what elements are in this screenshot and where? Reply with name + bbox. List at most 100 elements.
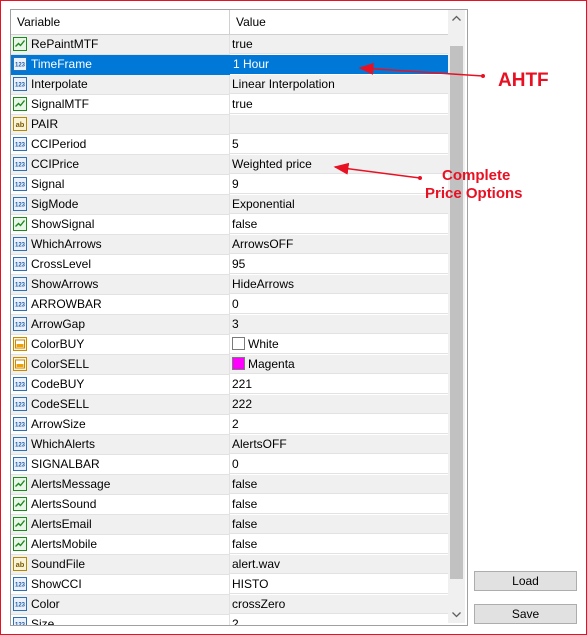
table-row[interactable]: 123 CCIPeriod 5	[11, 135, 448, 155]
value-cell[interactable]: alert.wav	[230, 555, 448, 574]
table-row[interactable]: 123 WhichArrows ArrowsOFF	[11, 235, 448, 255]
value-cell[interactable]: White	[230, 335, 448, 354]
value-cell[interactable]: 2	[230, 615, 448, 625]
vertical-scrollbar[interactable]	[448, 10, 465, 623]
value-cell[interactable]: true	[230, 35, 448, 54]
save-button[interactable]: Save	[474, 604, 577, 624]
table-row[interactable]: ColorSELL Magenta	[11, 355, 448, 375]
value-text: Linear Interpolation	[232, 77, 335, 91]
value-cell[interactable]: Weighted price	[230, 155, 448, 174]
table-row[interactable]: AlertsEmail false	[11, 515, 448, 535]
table-row[interactable]: AlertsMessage false	[11, 475, 448, 495]
variable-name: SigMode	[31, 197, 79, 211]
table-row[interactable]: AlertsMobile false	[11, 535, 448, 555]
value-cell[interactable]: Exponential	[230, 195, 448, 214]
variable-cell: 123 ShowArrows	[11, 275, 230, 295]
table-row[interactable]: 123 CCIPrice Weighted price	[11, 155, 448, 175]
column-header-value[interactable]: Value	[230, 10, 448, 34]
value-text: true	[232, 97, 253, 111]
table-row[interactable]: 123 ArrowSize 2	[11, 415, 448, 435]
load-button[interactable]: Load	[474, 571, 577, 591]
table-row[interactable]: ShowSignal false	[11, 215, 448, 235]
variable-cell: 123 SigMode	[11, 195, 230, 215]
table-row[interactable]: 123 TimeFrame 1 Hour	[11, 55, 448, 75]
enum-123-icon: 123	[13, 397, 27, 411]
scroll-up-arrow-icon[interactable]	[448, 10, 465, 27]
variable-name: ArrowSize	[31, 417, 86, 431]
grid-rows: RePaintMTF true 123 TimeFrame 1 Hour 123 Inter…	[11, 35, 448, 626]
table-row[interactable]: RePaintMTF true	[11, 35, 448, 55]
table-row[interactable]: 123 ArrowGap 3	[11, 315, 448, 335]
table-row[interactable]: 123 SigMode Exponential	[11, 195, 448, 215]
variable-name: Signal	[31, 177, 65, 191]
value-cell[interactable]: HideArrows	[230, 275, 448, 294]
boolean-icon	[13, 37, 27, 51]
table-row[interactable]: 123 Size 2	[11, 615, 448, 626]
value-cell[interactable]: 9	[230, 175, 448, 194]
table-row[interactable]: 123 WhichAlerts AlertsOFF	[11, 435, 448, 455]
value-cell[interactable]: 1 Hour	[230, 55, 448, 74]
variable-name: Color	[31, 597, 60, 611]
variable-cell: 123 Color	[11, 595, 230, 615]
value-text: false	[232, 537, 258, 551]
variable-name: CodeSELL	[31, 397, 90, 411]
value-text: false	[232, 517, 258, 531]
boolean-icon	[13, 97, 27, 111]
value-cell[interactable]: false	[230, 475, 448, 494]
table-row[interactable]: 123 SIGNALBAR 0	[11, 455, 448, 475]
variable-name: SIGNALBAR	[31, 457, 100, 471]
value-text: 9	[232, 177, 239, 191]
value-cell[interactable]: Magenta	[230, 355, 448, 374]
table-row[interactable]: 123 ShowCCI HISTO	[11, 575, 448, 595]
value-cell[interactable]: 2	[230, 415, 448, 434]
variable-name: TimeFrame	[31, 57, 92, 71]
boolean-icon	[13, 497, 27, 511]
table-row[interactable]: 123 CodeBUY 221	[11, 375, 448, 395]
value-cell[interactable]: AlertsOFF	[230, 435, 448, 454]
table-row[interactable]: 123 ARROWBAR 0	[11, 295, 448, 315]
enum-123-icon: 123	[13, 437, 27, 451]
value-text: false	[232, 497, 258, 511]
value-cell[interactable]: false	[230, 215, 448, 234]
variable-cell: ShowSignal	[11, 215, 230, 235]
table-row[interactable]: 123 Signal 9	[11, 175, 448, 195]
value-cell[interactable]	[230, 115, 448, 134]
table-row[interactable]: 123 Interpolate Linear Interpolation	[11, 75, 448, 95]
table-row[interactable]: ab PAIR	[11, 115, 448, 135]
variable-name: ColorBUY	[31, 337, 85, 351]
value-text: Exponential	[232, 197, 295, 211]
scroll-down-arrow-icon[interactable]	[448, 606, 465, 623]
variable-name: CodeBUY	[31, 377, 85, 391]
enum-123-icon: 123	[13, 297, 27, 311]
svg-text:123: 123	[15, 623, 26, 626]
value-cell[interactable]: 221	[230, 375, 448, 394]
value-cell[interactable]: 5	[230, 135, 448, 154]
value-cell[interactable]: crossZero	[230, 595, 448, 614]
table-row[interactable]: ColorBUY White	[11, 335, 448, 355]
value-cell[interactable]: ArrowsOFF	[230, 235, 448, 254]
value-cell[interactable]: 0	[230, 295, 448, 314]
value-cell[interactable]: 0	[230, 455, 448, 474]
table-row[interactable]: 123 CodeSELL 222	[11, 395, 448, 415]
annotation-ahtf: AHTF	[498, 70, 549, 91]
value-cell[interactable]: 95	[230, 255, 448, 274]
scrollbar-thumb[interactable]	[450, 46, 463, 579]
value-cell[interactable]: 3	[230, 315, 448, 334]
value-cell[interactable]: HISTO	[230, 575, 448, 594]
svg-text:123: 123	[15, 443, 26, 449]
value-cell[interactable]: false	[230, 535, 448, 554]
variable-name: Size	[31, 617, 55, 626]
table-row[interactable]: SignalMTF true	[11, 95, 448, 115]
value-cell[interactable]: false	[230, 495, 448, 514]
value-cell[interactable]: false	[230, 515, 448, 534]
table-row[interactable]: AlertsSound false	[11, 495, 448, 515]
value-cell[interactable]: Linear Interpolation	[230, 75, 448, 94]
enum-123-icon: 123	[13, 137, 27, 151]
table-row[interactable]: 123 ShowArrows HideArrows	[11, 275, 448, 295]
table-row[interactable]: 123 Color crossZero	[11, 595, 448, 615]
value-cell[interactable]: 222	[230, 395, 448, 414]
table-row[interactable]: 123 CrossLevel 95	[11, 255, 448, 275]
table-row[interactable]: ab SoundFile alert.wav	[11, 555, 448, 575]
column-header-variable[interactable]: Variable	[11, 10, 230, 34]
value-cell[interactable]: true	[230, 95, 448, 114]
